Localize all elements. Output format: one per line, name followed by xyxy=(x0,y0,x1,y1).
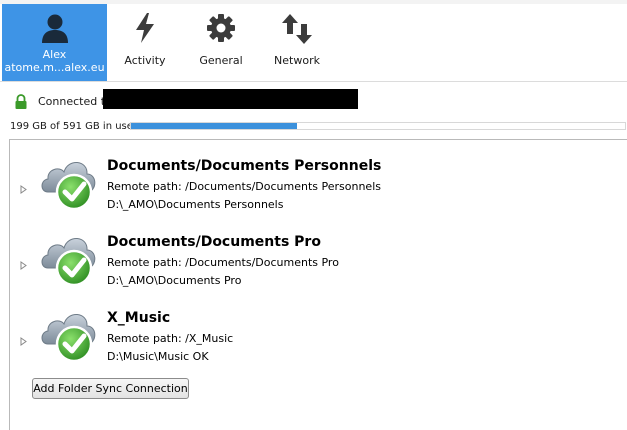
quota-text: 199 GB of 591 GB in use xyxy=(10,121,133,132)
quota-progress-bar xyxy=(130,122,626,130)
network-arrows-icon xyxy=(280,12,314,49)
folder-local-path: D:\_AMO\Documents Pro xyxy=(107,274,242,287)
folder-name: Documents/Documents Pro xyxy=(107,234,321,250)
folder-remote-path: Remote path: /Documents/Documents Person… xyxy=(107,180,381,193)
account-server: atome.m...alex.eu xyxy=(4,61,105,74)
expand-arrow-icon[interactable] xyxy=(20,331,27,350)
folder-row[interactable]: Documents/Documents Pro Remote path: /Do… xyxy=(10,222,626,298)
expand-arrow-icon[interactable] xyxy=(20,255,27,274)
folder-local-path: D:\_AMO\Documents Personnels xyxy=(107,198,284,211)
tab-account[interactable]: Alex atome.m...alex.eu xyxy=(2,4,107,81)
folder-row[interactable]: Documents/Documents Personnels Remote pa… xyxy=(10,146,626,222)
redacted-server-address xyxy=(103,89,358,109)
account-name: Alex xyxy=(42,48,67,61)
add-folder-sync-button[interactable]: Add Folder Sync Connection xyxy=(32,378,189,399)
folder-name: Documents/Documents Personnels xyxy=(107,158,382,174)
folder-remote-path: Remote path: /X_Music xyxy=(107,332,234,345)
tab-activity-label: Activity xyxy=(124,54,166,67)
settings-toolbar: Alex atome.m...alex.eu Activity General … xyxy=(0,4,627,82)
cloud-check-icon xyxy=(38,304,100,370)
folder-name: X_Music xyxy=(107,310,171,326)
folder-local-path: D:\Music\Music OK xyxy=(107,350,209,363)
tab-general-label: General xyxy=(199,54,243,67)
tab-general[interactable]: General xyxy=(188,4,254,81)
gear-icon xyxy=(205,12,237,47)
cloud-check-icon xyxy=(38,152,100,218)
lightning-icon xyxy=(133,12,157,47)
cloud-check-icon xyxy=(38,228,100,294)
folder-remote-path: Remote path: /Documents/Documents Pro xyxy=(107,256,339,269)
connection-status-text: Connected to xyxy=(38,95,112,108)
folder-row[interactable]: X_Music Remote path: /X_Music D:\Music\M… xyxy=(10,298,626,374)
tab-network-label: Network xyxy=(274,54,320,67)
tab-network[interactable]: Network xyxy=(264,4,330,81)
user-icon xyxy=(40,12,70,47)
tab-activity[interactable]: Activity xyxy=(112,4,178,81)
expand-arrow-icon[interactable] xyxy=(20,179,27,198)
lock-icon xyxy=(14,94,28,115)
quota-progress-fill xyxy=(131,123,298,129)
